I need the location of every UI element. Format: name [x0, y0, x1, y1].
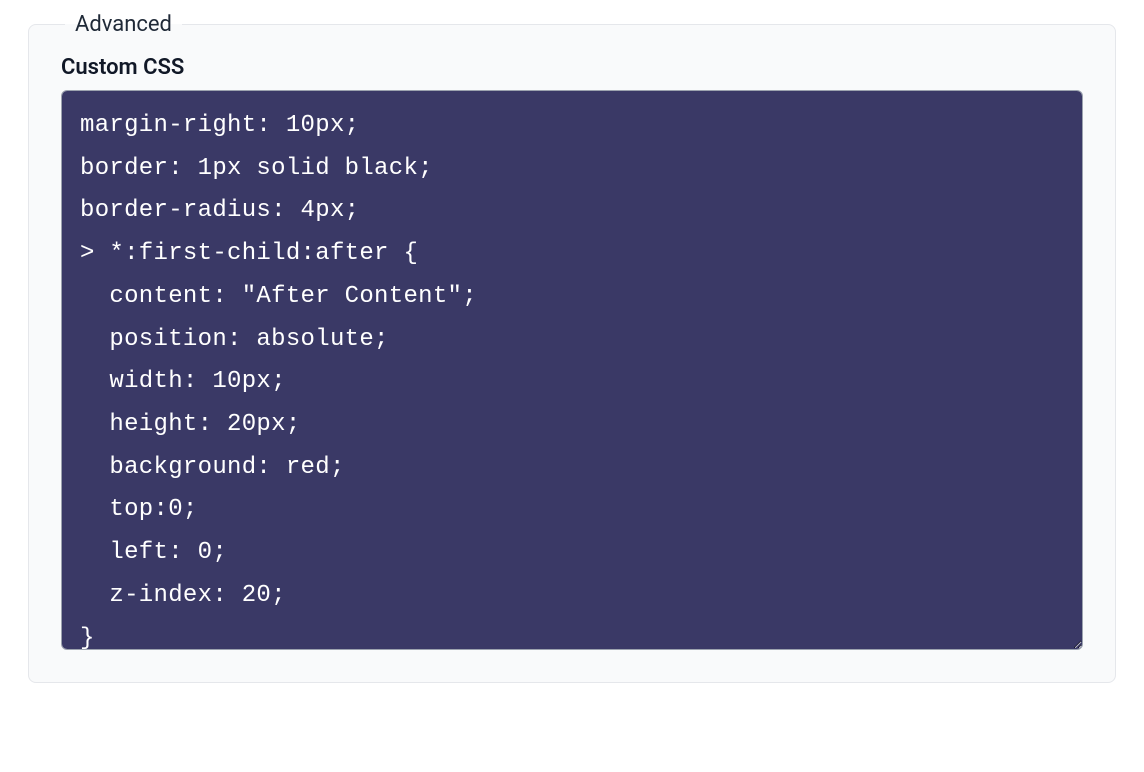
- advanced-section-container: Advanced Custom CSS: [28, 12, 1116, 683]
- custom-css-label: Custom CSS: [61, 55, 1083, 80]
- fieldset-legend: Advanced: [65, 12, 182, 37]
- advanced-fieldset: Advanced Custom CSS: [28, 12, 1116, 683]
- custom-css-input[interactable]: [61, 90, 1083, 650]
